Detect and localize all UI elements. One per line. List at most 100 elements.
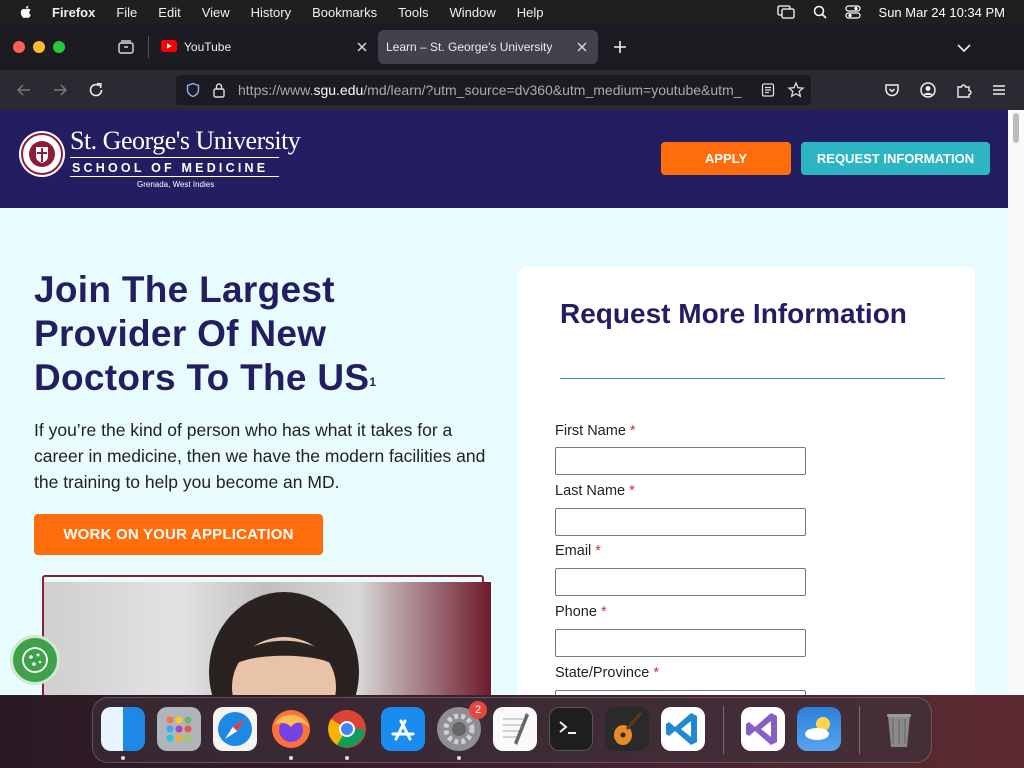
hero-description: If you’re the kind of person who has wha… bbox=[34, 420, 486, 492]
school-name-logo: SCHOOL OF MEDICINE bbox=[72, 161, 269, 175]
request-info-form: Request More Information First Name * Las… bbox=[518, 267, 975, 695]
cookie-settings-button[interactable] bbox=[10, 635, 60, 685]
new-tab-plus-icon[interactable] bbox=[612, 39, 628, 60]
window-close-button[interactable] bbox=[13, 41, 25, 53]
window-zoom-button[interactable] bbox=[53, 41, 65, 53]
menu-view[interactable]: View bbox=[202, 5, 230, 20]
cookie-icon bbox=[22, 647, 48, 673]
tab-divider bbox=[148, 36, 149, 58]
garageband-guitar-icon[interactable] bbox=[605, 707, 649, 751]
form-title: Request More Information bbox=[560, 298, 907, 329]
terminal-icon[interactable] bbox=[549, 707, 593, 751]
address-bar[interactable]: https://www.sgu.edu/md/learn/?utm_source… bbox=[176, 75, 811, 105]
macos-dock: 2 bbox=[92, 697, 932, 763]
lock-icon[interactable] bbox=[212, 82, 226, 103]
dock-separator bbox=[723, 706, 724, 754]
hero-title-text: Join The Largest Provider Of New Doctors… bbox=[34, 269, 370, 398]
university-seal-logo-icon[interactable] bbox=[18, 130, 66, 183]
field-label-text: State/Province bbox=[555, 665, 650, 681]
pocket-icon[interactable] bbox=[883, 81, 901, 104]
spotlight-search-icon[interactable] bbox=[813, 5, 827, 19]
url-prefix: https://www. bbox=[238, 82, 314, 98]
hamburger-menu-icon[interactable] bbox=[991, 81, 1007, 104]
logo-location: Grenada, West Indies bbox=[137, 180, 215, 189]
apple-menu-icon[interactable] bbox=[18, 4, 34, 20]
vscode-icon[interactable] bbox=[661, 707, 705, 751]
url-text[interactable]: https://www.sgu.edu/md/learn/?utm_source… bbox=[238, 82, 752, 98]
extensions-puzzle-icon[interactable] bbox=[955, 81, 973, 104]
chrome-icon[interactable] bbox=[325, 707, 369, 751]
menu-app-name[interactable]: Firefox bbox=[52, 5, 95, 20]
last-name-input[interactable] bbox=[555, 508, 806, 536]
scrollbar-thumb[interactable] bbox=[1013, 113, 1019, 143]
firefox-icon[interactable] bbox=[269, 707, 313, 751]
request-information-button[interactable]: REQUEST INFORMATION bbox=[801, 142, 990, 175]
control-center-icon[interactable] bbox=[844, 5, 861, 19]
phone-input[interactable] bbox=[555, 629, 806, 657]
launchpad-icon[interactable] bbox=[157, 707, 201, 751]
field-label-text: First Name bbox=[555, 423, 626, 439]
list-all-tabs-chevron-down-icon[interactable] bbox=[956, 41, 972, 59]
web-page: St. George's University SCHOOL OF MEDICI… bbox=[0, 110, 1008, 695]
form-title-divider bbox=[560, 378, 945, 379]
url-path: /md/learn/?utm_source=dv360&utm_medium=y… bbox=[363, 82, 742, 98]
email-input[interactable] bbox=[555, 568, 806, 596]
visual-studio-icon[interactable] bbox=[741, 707, 785, 751]
menu-history[interactable]: History bbox=[251, 5, 291, 20]
first-name-label: First Name * bbox=[555, 423, 636, 439]
apply-button[interactable]: APPLY bbox=[661, 142, 791, 175]
work-on-application-button[interactable]: WORK ON YOUR APPLICATION bbox=[34, 514, 323, 555]
tracking-protection-shield-icon[interactable] bbox=[185, 82, 201, 103]
trash-icon[interactable] bbox=[877, 707, 921, 751]
bookmark-star-icon[interactable] bbox=[787, 81, 805, 104]
finder-icon[interactable] bbox=[101, 707, 145, 751]
textedit-icon[interactable] bbox=[493, 707, 537, 751]
hero-title: Join The Largest Provider Of New Doctors… bbox=[34, 268, 474, 400]
phone-label: Phone * bbox=[555, 604, 607, 620]
page-scrollbar[interactable] bbox=[1008, 110, 1024, 695]
first-name-input[interactable] bbox=[555, 447, 806, 475]
reader-view-icon[interactable] bbox=[760, 82, 776, 103]
window-minimize-button[interactable] bbox=[33, 41, 45, 53]
last-name-label: Last Name * bbox=[555, 483, 635, 499]
state-province-label: State/Province * bbox=[555, 665, 659, 681]
screen-mirroring-icon[interactable] bbox=[776, 5, 795, 19]
menu-bar-clock[interactable]: Sun Mar 24 10:34 PM bbox=[879, 5, 1005, 20]
menu-window[interactable]: Window bbox=[450, 5, 496, 20]
app-store-icon[interactable] bbox=[381, 707, 425, 751]
app-running-indicator bbox=[457, 756, 461, 760]
browser-nav-bar: https://www.sgu.edu/md/learn/?utm_source… bbox=[0, 70, 1024, 110]
required-asterisk: * bbox=[600, 604, 607, 620]
account-icon[interactable] bbox=[919, 81, 937, 104]
tab-learn-sgu[interactable]: Learn – St. George's University bbox=[378, 30, 598, 64]
university-name-logo[interactable]: St. George's University bbox=[70, 126, 301, 156]
tab-close-icon[interactable] bbox=[576, 41, 588, 53]
tab-title: Learn – St. George's University bbox=[386, 40, 553, 54]
hero-footnote-marker: 1 bbox=[369, 375, 377, 389]
firefox-view-icon[interactable] bbox=[117, 38, 135, 61]
menu-edit[interactable]: Edit bbox=[158, 5, 180, 20]
app-running-indicator bbox=[121, 756, 125, 760]
dock-separator bbox=[859, 706, 860, 754]
menu-file[interactable]: File bbox=[116, 5, 137, 20]
notification-badge: 2 bbox=[469, 701, 487, 719]
app-running-indicator bbox=[289, 756, 293, 760]
site-header: St. George's University SCHOOL OF MEDICI… bbox=[0, 110, 1008, 208]
required-asterisk: * bbox=[653, 665, 659, 681]
menu-tools[interactable]: Tools bbox=[398, 5, 428, 20]
menu-help[interactable]: Help bbox=[517, 5, 544, 20]
back-arrow-icon[interactable] bbox=[15, 81, 33, 104]
app-running-indicator bbox=[345, 756, 349, 760]
forward-arrow-icon[interactable] bbox=[51, 81, 69, 104]
tab-close-icon[interactable] bbox=[356, 41, 368, 53]
field-label-text: Phone bbox=[555, 604, 597, 620]
weather-icon[interactable] bbox=[797, 707, 841, 751]
reload-icon[interactable] bbox=[87, 81, 105, 104]
field-label-text: Last Name bbox=[555, 483, 626, 499]
safari-icon[interactable] bbox=[213, 707, 257, 751]
url-domain: sgu.edu bbox=[313, 82, 364, 98]
field-label-text: Email bbox=[555, 543, 592, 559]
menu-bookmarks[interactable]: Bookmarks bbox=[312, 5, 377, 20]
student-photo bbox=[44, 582, 491, 695]
tab-youtube[interactable]: YouTube bbox=[150, 30, 378, 64]
